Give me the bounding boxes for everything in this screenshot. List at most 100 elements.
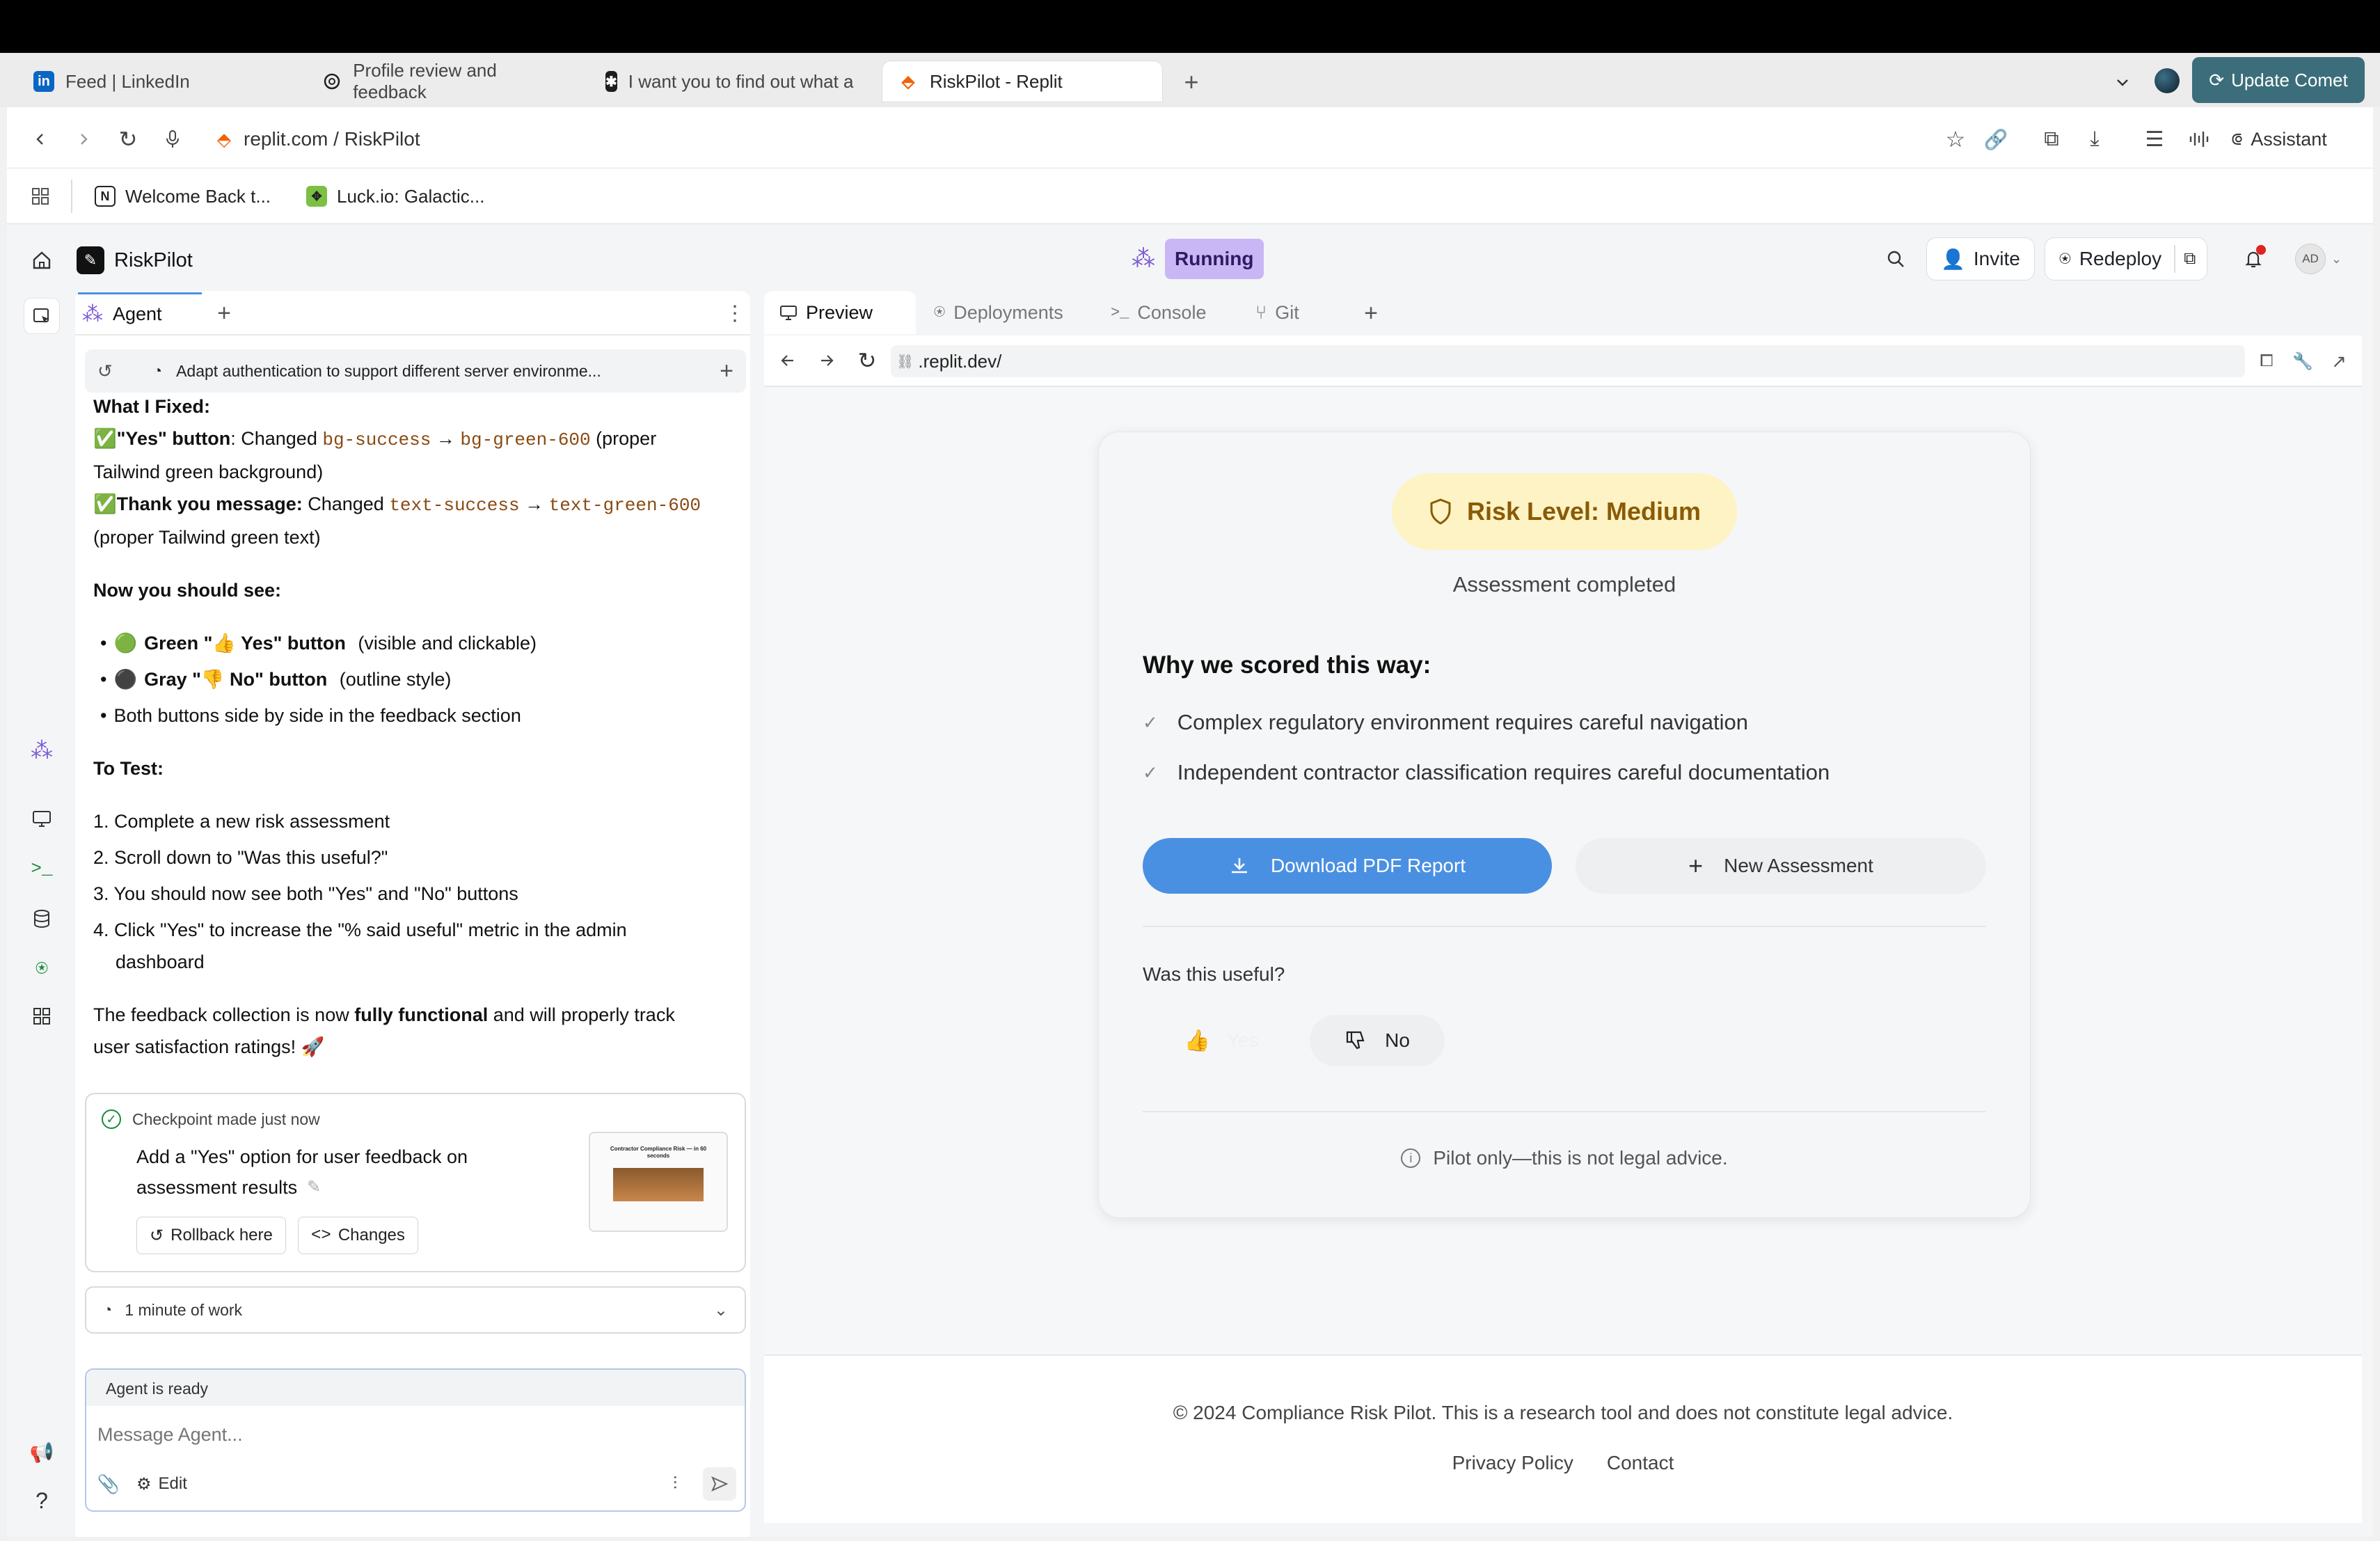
attach-icon[interactable]: 📎	[96, 1470, 121, 1498]
list-item: • Both buttons side by side in the feedba…	[100, 705, 521, 726]
divider	[2174, 245, 2176, 273]
profile-icon[interactable]	[2155, 68, 2180, 93]
project-title[interactable]: ✎ RiskPilot	[77, 244, 193, 277]
browser-tab-linkedin[interactable]: in Feed | LinkedIn	[18, 61, 303, 102]
home-icon[interactable]	[26, 245, 57, 276]
search-icon[interactable]	[1880, 244, 1911, 274]
browser-tab-chatgpt[interactable]: Profile review and feedback	[306, 60, 585, 102]
list-item: 1. Complete a new risk assessment	[93, 811, 390, 832]
checkpoint-thumbnail[interactable]: Contractor Compliance Risk — in 60 secon…	[589, 1132, 728, 1232]
divider	[764, 1354, 2362, 1356]
devices-icon[interactable]: ⧠	[2253, 348, 2280, 374]
all-tools-icon[interactable]	[26, 1001, 57, 1032]
agent-icon: ⁂	[82, 303, 103, 326]
preview-reload-icon[interactable]: ↻	[853, 347, 881, 374]
fix-line-1-cont: Tailwind green background)	[93, 461, 324, 482]
agent-message: What I Fixed: ✅"Yes" button: Changed bg-…	[93, 390, 733, 1063]
extensions-icon[interactable]: ⧉	[2038, 125, 2065, 153]
info-icon: i	[1401, 1148, 1421, 1168]
footer-links: Privacy Policy Contact	[764, 1452, 2362, 1474]
assistant-button[interactable]: ⟃ Assistant	[2231, 123, 2327, 156]
copy-icon[interactable]: ⧉	[2184, 249, 2196, 269]
new-tab-icon[interactable]: +	[1357, 299, 1385, 327]
help-icon[interactable]: ?	[26, 1485, 57, 1516]
tab-agent[interactable]: ⁂ Agent	[78, 292, 202, 334]
star-icon[interactable]: ☆	[1942, 125, 1969, 153]
history-icon[interactable]: ↺	[97, 361, 113, 382]
edit-mode-button[interactable]: ⚙ Edit	[136, 1470, 187, 1498]
microphone-icon[interactable]	[159, 125, 187, 153]
linkedin-icon: in	[33, 71, 54, 92]
send-icon[interactable]	[703, 1467, 736, 1501]
tab-preview[interactable]: Preview	[764, 291, 917, 334]
work-summary[interactable]: ◔ 1 minute of work ⌄	[85, 1286, 746, 1334]
rollback-button[interactable]: ↺ Rollback here	[136, 1217, 286, 1254]
list-item: 3. You should now see both "Yes" and "No…	[93, 883, 518, 904]
run-status[interactable]: ⁂ Running	[1123, 237, 1264, 281]
update-comet-button[interactable]: ⟳ Update Comet	[2192, 57, 2365, 103]
menu-lines-icon[interactable]: ☰	[2141, 125, 2168, 153]
perplexity-icon: ✱	[605, 71, 617, 92]
preview-url-bar[interactable]: ⛓ .replit.dev/	[891, 345, 2245, 377]
bookmark-notion[interactable]: N Welcome Back t...	[95, 182, 271, 210]
preview-icon[interactable]	[26, 803, 57, 834]
add-user-icon: 👤	[1941, 248, 1965, 270]
preview-back-icon[interactable]	[774, 347, 802, 374]
sliders-icon[interactable]: ⫶	[661, 1470, 689, 1498]
browser-tab-perplexity[interactable]: ✱ I want you to find out what a	[590, 61, 868, 102]
preview-forward-icon[interactable]	[813, 347, 841, 374]
more-options-icon[interactable]: ⋮	[721, 299, 749, 327]
heading-now: Now you should see:	[93, 580, 282, 601]
tab-deployments[interactable]: ⍟ Deployments	[919, 291, 1079, 334]
open-external-icon[interactable]: ↗	[2326, 348, 2352, 374]
running-badge: Running	[1165, 239, 1264, 279]
address-bar[interactable]: ⬘ replit.com / RiskPilot	[217, 123, 420, 156]
reason-item: ✓ Independent contractor classification r…	[1143, 760, 1830, 784]
check-icon: ✓	[1143, 711, 1158, 733]
thread-header[interactable]: ↺ ◔ Adapt authentication to support diff…	[85, 349, 746, 393]
tab-git[interactable]: ⑂ Git	[1240, 291, 1315, 334]
notifications-bell-icon[interactable]	[2238, 244, 2269, 274]
check-circle-icon: ✓	[102, 1109, 121, 1129]
new-thread-icon[interactable]: +	[720, 358, 733, 385]
new-assessment-button[interactable]: + New Assessment	[1576, 838, 1986, 894]
forward-icon[interactable]	[70, 125, 97, 153]
download-icon[interactable]: ⤓	[2081, 125, 2109, 153]
redeploy-button[interactable]: ⍟ Redeploy ⧉	[2045, 237, 2208, 280]
notification-dot	[2256, 245, 2266, 255]
pencil-icon[interactable]: ✎	[307, 1172, 321, 1203]
heading-to-test: To Test:	[93, 758, 164, 779]
deployments-icon[interactable]: ⍟	[26, 954, 57, 984]
divider	[1143, 1111, 1986, 1112]
invite-button[interactable]: 👤 Invite	[1926, 237, 2035, 280]
chevron-down-icon[interactable]	[2109, 68, 2136, 96]
reload-icon[interactable]: ↻	[114, 125, 142, 153]
yes-feedback-button[interactable]: 👍 Yes	[1155, 1015, 1287, 1066]
list-item: • 🟢 Green "👍 Yes" button (visible and clic…	[100, 633, 537, 654]
audio-icon[interactable]	[2185, 125, 2213, 153]
download-pdf-button[interactable]: Download PDF Report	[1143, 838, 1552, 894]
apps-grid-icon[interactable]	[26, 182, 54, 210]
account-menu[interactable]: AD ⌄	[2295, 244, 2342, 274]
link-icon[interactable]: 🔗	[1982, 125, 2010, 153]
changes-button[interactable]: <> Changes	[298, 1217, 418, 1254]
agent-panel-toggle-icon[interactable]	[24, 298, 60, 334]
new-tab-icon[interactable]: +	[210, 299, 238, 327]
privacy-policy-link[interactable]: Privacy Policy	[1452, 1452, 1573, 1474]
refresh-icon: ⟳	[2209, 69, 2225, 90]
no-feedback-button[interactable]: No	[1310, 1015, 1445, 1066]
announcements-icon[interactable]: 📢	[26, 1437, 57, 1467]
browser-tab-replit[interactable]: ⬘ RiskPilot - Replit	[882, 61, 1162, 102]
database-icon[interactable]	[26, 903, 57, 934]
bookmark-luck[interactable]: ✥ Luck.io: Galactic...	[306, 182, 484, 210]
message-agent-input[interactable]	[97, 1417, 724, 1452]
console-icon[interactable]: >_	[26, 853, 57, 884]
devtools-wrench-icon[interactable]: 🔧	[2290, 348, 2316, 374]
tab-console[interactable]: >_ Console	[1095, 291, 1221, 334]
git-icon: ⑂	[1255, 301, 1267, 323]
new-tab-icon[interactable]: +	[1176, 67, 1207, 97]
back-icon[interactable]	[26, 125, 54, 153]
luck-icon: ✥	[306, 186, 327, 207]
agent-icon[interactable]: ⁂	[26, 735, 57, 766]
contact-link[interactable]: Contact	[1607, 1452, 1674, 1474]
